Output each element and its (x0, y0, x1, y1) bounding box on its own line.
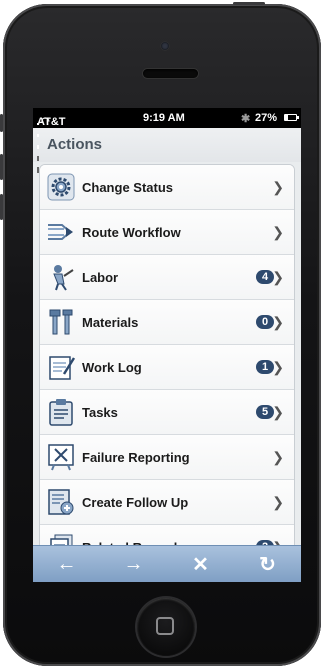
chevron-right-icon: ❯ (272, 269, 284, 285)
action-materials[interactable]: Materials 0 ❯ (40, 299, 294, 344)
mute-switch (0, 114, 3, 132)
actions-list: Change Status ❯ Route Workflow ❯ Labor 4… (39, 164, 295, 570)
volume-down-button (0, 194, 3, 220)
action-label: Create Follow Up (82, 494, 189, 510)
action-work-log[interactable]: Work Log 1 ❯ (40, 344, 294, 389)
action-label: Route Workflow (82, 224, 181, 240)
chevron-right-icon: ❯ (272, 359, 284, 375)
status-bar: AT&T ◠ 9:19 AM ✱ 27% (33, 108, 301, 173)
power-button (233, 2, 265, 5)
earpiece-speaker (143, 69, 198, 78)
clipboard-icon (49, 399, 73, 426)
action-tasks[interactable]: Tasks 5 ❯ (40, 389, 294, 434)
tools-icon (49, 309, 73, 335)
battery-icon (284, 114, 299, 121)
volume-up-button (0, 154, 3, 180)
action-labor[interactable]: Labor 4 ❯ (40, 254, 294, 299)
failure-icon (48, 444, 74, 471)
forward-arrow-icon[interactable]: → (114, 553, 154, 576)
front-camera (161, 42, 169, 50)
action-label: Failure Reporting (82, 449, 190, 465)
worker-icon (53, 265, 74, 291)
notepad-icon (49, 356, 76, 380)
close-icon[interactable]: ✕ (181, 552, 221, 577)
screen: AT&T ◠ 9:19 AM ✱ 27% Actions Change Stat… (33, 108, 301, 582)
phone-frame: AT&T ◠ 9:19 AM ✱ 27% Actions Change Stat… (0, 2, 321, 666)
action-failure-reporting[interactable]: Failure Reporting ❯ (40, 434, 294, 479)
chevron-right-icon: ❯ (272, 179, 284, 195)
action-create-follow-up[interactable]: Create Follow Up ❯ (40, 479, 294, 524)
chevron-right-icon: ❯ (272, 224, 284, 240)
action-label: Change Status (82, 179, 174, 195)
page-title: Actions (33, 128, 301, 162)
status-time: 9:19 AM (143, 112, 185, 124)
gear-icon (47, 173, 75, 201)
home-button[interactable] (137, 598, 195, 656)
chevron-right-icon: ❯ (272, 449, 284, 465)
route-arrows-icon (48, 224, 73, 240)
bottom-toolbar: ← → ✕ ↻ (33, 545, 301, 582)
battery-percent: 27% (255, 112, 278, 124)
chevron-right-icon: ❯ (272, 494, 284, 510)
follow-up-icon (48, 489, 74, 515)
action-change-status[interactable]: Change Status ❯ (40, 165, 294, 209)
chevron-right-icon: ❯ (272, 404, 284, 420)
back-arrow-icon[interactable]: ← (47, 553, 87, 576)
action-route-workflow[interactable]: Route Workflow ❯ (40, 209, 294, 254)
bluetooth-icon: ✱ (241, 113, 251, 125)
wifi-icon: ◠ (41, 116, 50, 127)
chevron-right-icon: ❯ (272, 314, 284, 330)
refresh-icon[interactable]: ↻ (248, 552, 288, 577)
home-square-icon (156, 617, 174, 635)
